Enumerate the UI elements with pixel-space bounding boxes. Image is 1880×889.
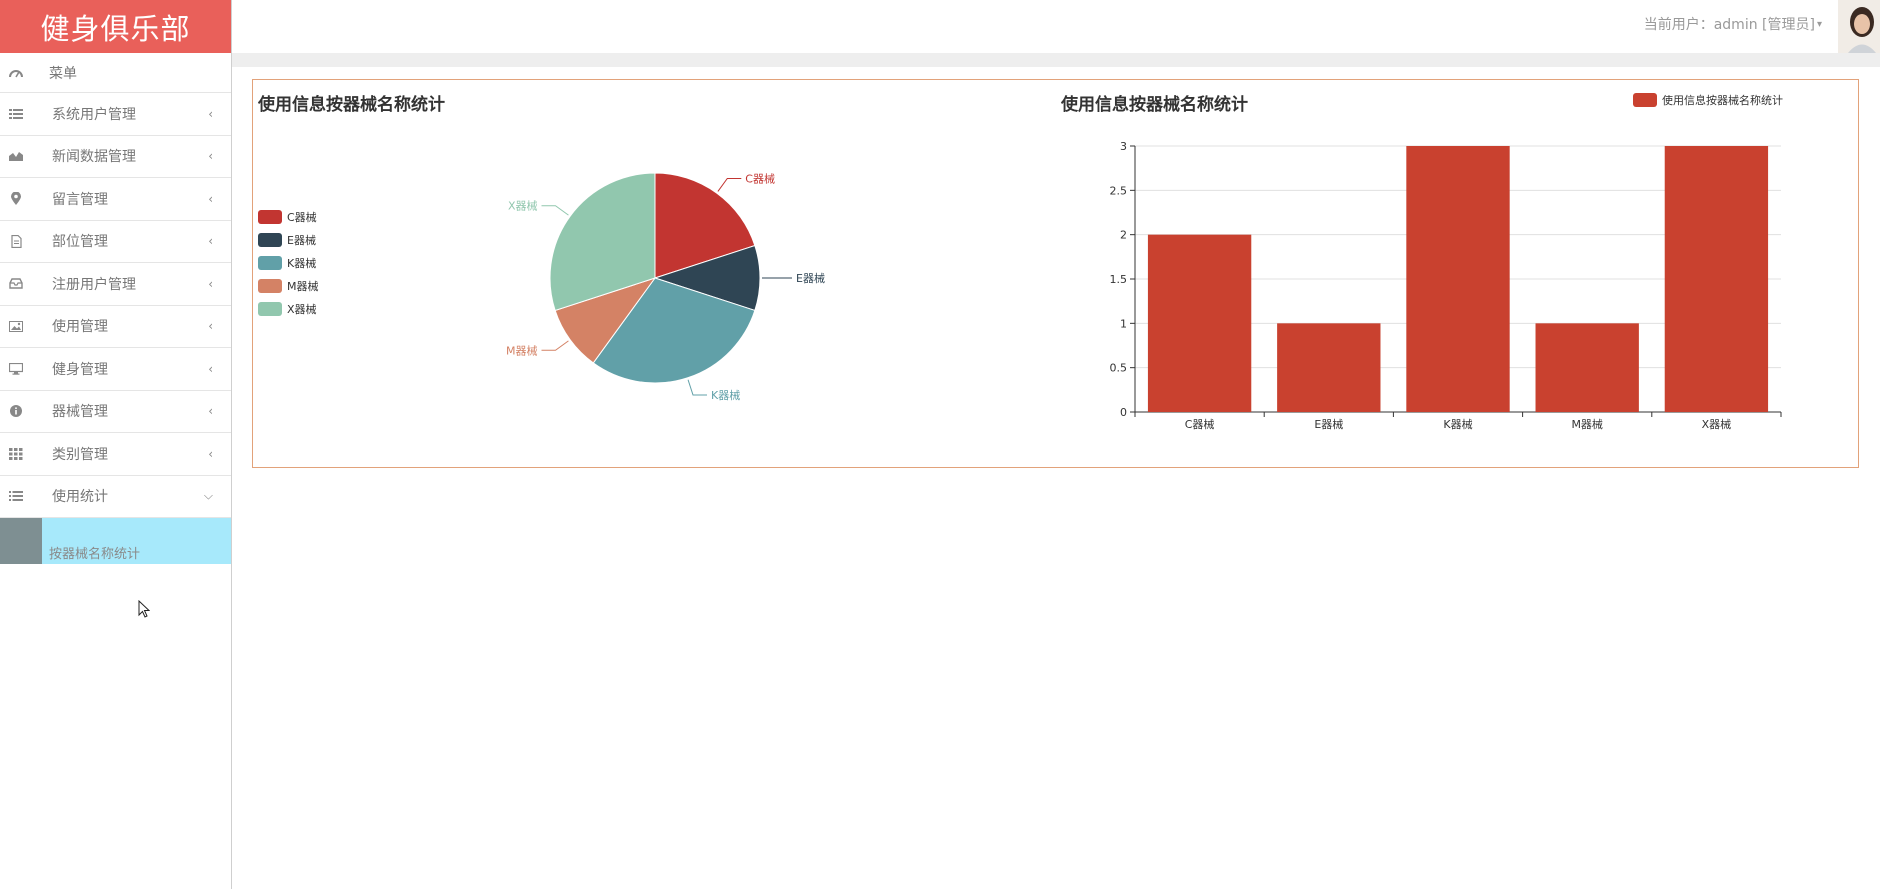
menu-header[interactable]: 菜单 bbox=[0, 53, 231, 93]
submenu-item-stat-by-equipment[interactable]: 按器械名称统计 bbox=[0, 518, 231, 564]
legend-label[interactable]: K器械 bbox=[287, 256, 316, 270]
y-tick-label: 0.5 bbox=[1110, 362, 1128, 375]
bar-5[interactable] bbox=[1664, 146, 1769, 412]
sidebar-item-6[interactable]: 使用管理 ‹ bbox=[0, 306, 231, 348]
x-tick-label: K器械 bbox=[1443, 417, 1472, 431]
sidebar-item-10[interactable]: 使用统计 ⌵ bbox=[0, 476, 231, 518]
pie-label: C器械 bbox=[745, 171, 775, 185]
pie-label-line bbox=[541, 340, 569, 351]
y-tick-label: 1 bbox=[1120, 317, 1127, 330]
submenu-indicator bbox=[0, 518, 42, 564]
sidebar-item-9[interactable]: 类别管理 ‹ bbox=[0, 433, 231, 476]
y-tick-label: 3 bbox=[1120, 140, 1127, 153]
bar-legend-swatch[interactable] bbox=[1633, 93, 1657, 107]
caret-down-icon: ▾ bbox=[1816, 18, 1822, 30]
bar-2[interactable] bbox=[1277, 323, 1381, 412]
sidebar-item-label: 类别管理 bbox=[52, 446, 108, 463]
sidebar-item-5[interactable]: 注册用户管理 ‹ bbox=[0, 263, 231, 306]
sidebar-item-8[interactable]: 器械管理 ‹ bbox=[0, 391, 231, 433]
sidebar-item-2[interactable]: 新闻数据管理 ‹ bbox=[0, 136, 231, 178]
bar-chart: 使用信息按器械名称统计 0 0.5 1 1.5 2 2.5 3 C器械 E器械 K器械 M器械 X器械 bbox=[1110, 93, 1783, 431]
pie-label: X器械 bbox=[508, 199, 538, 213]
desktop-icon bbox=[8, 361, 24, 377]
sidebar-item-label: 健身管理 bbox=[52, 361, 108, 378]
sidebar-item-label: 留言管理 bbox=[52, 191, 108, 208]
bar-1[interactable] bbox=[1147, 234, 1252, 412]
legend-swatch[interactable] bbox=[258, 302, 282, 316]
legend-label[interactable]: X器械 bbox=[287, 302, 317, 316]
content-divider bbox=[232, 53, 1880, 67]
top-bar: 当前用户：admin [管理员] ▾ bbox=[232, 0, 1880, 53]
legend-label[interactable]: M器械 bbox=[287, 279, 319, 293]
legend-swatch[interactable] bbox=[258, 279, 282, 293]
submenu-item-label: 按器械名称统计 bbox=[49, 547, 141, 562]
chevron-left-icon: ‹ bbox=[208, 234, 213, 249]
pie-label-line bbox=[717, 177, 742, 192]
sidebar-item-label: 注册用户管理 bbox=[52, 276, 136, 293]
x-tick-label: M器械 bbox=[1571, 417, 1603, 431]
bar-4[interactable] bbox=[1535, 323, 1639, 412]
x-tick-label: E器械 bbox=[1314, 417, 1343, 431]
dashboard-icon bbox=[8, 65, 24, 81]
pie-label-line bbox=[541, 205, 569, 216]
sidebar: 健身俱乐部 菜单 系统用户管理 ‹ 新闻数据管理 ‹ 留言管理 ‹ 部位管理 ‹ 注册用户管理 ‹… bbox=[0, 0, 232, 889]
pie-label-line bbox=[687, 379, 708, 396]
sidebar-item-label: 器械管理 bbox=[52, 404, 108, 421]
info-circle-icon bbox=[8, 403, 24, 419]
chevron-left-icon: ‹ bbox=[208, 191, 213, 206]
pie-chart: C器械 E器械 K器械 M器械 X器械 C器械 E器械 K器械 M器械 X器械 bbox=[258, 171, 825, 402]
sidebar-item-3[interactable]: 留言管理 ‹ bbox=[0, 178, 231, 221]
legend-label[interactable]: C器械 bbox=[287, 210, 317, 224]
y-tick-label: 0 bbox=[1120, 406, 1127, 419]
image-icon bbox=[8, 318, 24, 334]
x-tick-label: C器械 bbox=[1185, 417, 1215, 431]
avatar[interactable] bbox=[1838, 0, 1880, 53]
bar-3[interactable] bbox=[1406, 146, 1510, 412]
chevron-left-icon: ‹ bbox=[208, 446, 213, 461]
pie-label: K器械 bbox=[711, 388, 740, 402]
sidebar-item-1[interactable]: 系统用户管理 ‹ bbox=[0, 93, 231, 136]
grid-icon bbox=[8, 446, 24, 462]
charts-panel: 使用信息按器械名称统计 使用信息按器械名称统计 C器械 E器械 K器械 M器械 X器械 C… bbox=[252, 79, 1859, 468]
sidebar-item-7[interactable]: 健身管理 ‹ bbox=[0, 348, 231, 391]
chevron-left-icon: ‹ bbox=[208, 361, 213, 376]
list-icon bbox=[8, 106, 24, 122]
legend-label[interactable]: E器械 bbox=[287, 233, 316, 247]
pie-label: E器械 bbox=[796, 271, 825, 285]
pie-label: M器械 bbox=[506, 343, 538, 357]
file-icon bbox=[8, 233, 24, 249]
area-chart-icon bbox=[8, 148, 24, 164]
y-tick-label: 1.5 bbox=[1110, 273, 1128, 286]
bar-legend-label[interactable]: 使用信息按器械名称统计 bbox=[1662, 93, 1783, 107]
y-tick-label: 2.5 bbox=[1110, 184, 1128, 197]
user-label: 当前用户：admin [管理员] bbox=[1643, 17, 1815, 33]
chevron-left-icon: ‹ bbox=[208, 276, 213, 291]
chevron-left-icon: ‹ bbox=[208, 149, 213, 164]
map-marker-icon bbox=[8, 191, 24, 207]
sidebar-item-label: 部位管理 bbox=[52, 234, 108, 251]
brand-title: 健身俱乐部 bbox=[0, 0, 231, 53]
chevron-left-icon: ‹ bbox=[208, 404, 213, 419]
list-ul-icon bbox=[8, 488, 24, 504]
mouse-cursor-icon bbox=[138, 599, 151, 622]
chevron-left-icon: ‹ bbox=[208, 319, 213, 334]
legend-swatch[interactable] bbox=[258, 233, 282, 247]
legend-swatch[interactable] bbox=[258, 210, 282, 224]
sidebar-item-4[interactable]: 部位管理 ‹ bbox=[0, 221, 231, 263]
x-tick-label: X器械 bbox=[1702, 417, 1732, 431]
chevron-left-icon: ‹ bbox=[208, 106, 213, 121]
inbox-icon bbox=[8, 276, 24, 292]
sidebar-item-label: 新闻数据管理 bbox=[52, 149, 136, 166]
y-tick-label: 2 bbox=[1120, 229, 1127, 242]
menu-header-label: 菜单 bbox=[49, 65, 77, 82]
legend-swatch[interactable] bbox=[258, 256, 282, 270]
chevron-down-icon: ⌵ bbox=[203, 488, 213, 503]
user-dropdown[interactable]: 当前用户：admin [管理员] ▾ bbox=[1644, 14, 1822, 34]
sidebar-item-label: 使用管理 bbox=[52, 319, 108, 336]
sidebar-item-label: 使用统计 bbox=[52, 489, 108, 506]
sidebar-item-label: 系统用户管理 bbox=[52, 106, 136, 123]
